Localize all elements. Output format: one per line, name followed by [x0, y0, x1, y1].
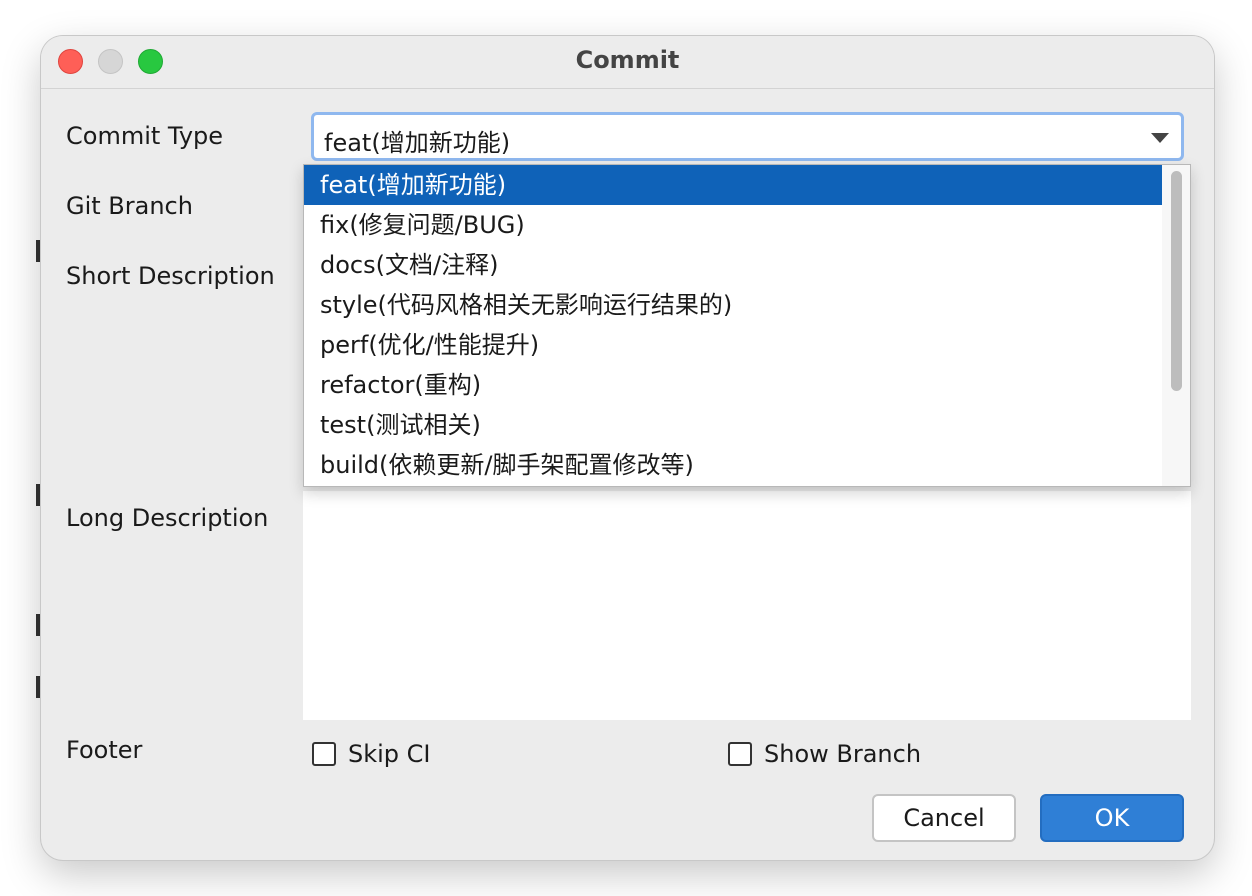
- git-branch-label: Git Branch: [66, 192, 193, 220]
- show-branch-label[interactable]: Show Branch: [764, 740, 921, 768]
- dropdown-option-test[interactable]: test(测试相关): [304, 405, 1162, 445]
- show-branch-checkbox[interactable]: [728, 742, 752, 766]
- dropdown-option-style[interactable]: style(代码风格相关无影响运行结果的): [304, 285, 1162, 325]
- dropdown-option-docs[interactable]: docs(文档/注释): [304, 245, 1162, 285]
- cancel-button[interactable]: Cancel: [872, 794, 1016, 842]
- commit-type-value: feat(增加新功能): [324, 129, 511, 157]
- dropdown-option-fix[interactable]: fix(修复问题/BUG): [304, 205, 1162, 245]
- commit-type-select[interactable]: feat(增加新功能): [311, 112, 1184, 161]
- long-description-textarea[interactable]: [303, 491, 1191, 720]
- long-description-label: Long Description: [66, 504, 269, 532]
- commit-type-label: Commit Type: [66, 122, 224, 150]
- window-title: Commit: [575, 46, 680, 74]
- commit-dialog: Commit Commit Type Git Branch Short Desc…: [41, 36, 1214, 860]
- skip-ci-checkbox[interactable]: [312, 742, 336, 766]
- dropdown-scrollbar[interactable]: [1162, 165, 1190, 486]
- dropdown-option-refactor[interactable]: refactor(重构): [304, 365, 1162, 405]
- title-bar: Commit: [41, 36, 1214, 89]
- dropdown-option-build[interactable]: build(依赖更新/脚手架配置修改等): [304, 445, 1162, 485]
- dropdown-option-feat[interactable]: feat(增加新功能): [304, 165, 1162, 205]
- footer-label: Footer: [66, 736, 143, 764]
- dropdown-arrow-icon[interactable]: [1151, 133, 1169, 143]
- skip-ci-label[interactable]: Skip CI: [348, 740, 431, 768]
- commit-type-dropdown-list[interactable]: feat(增加新功能) fix(修复问题/BUG) docs(文档/注释) st…: [303, 164, 1191, 487]
- dropdown-scrollbar-thumb[interactable]: [1171, 171, 1182, 391]
- dropdown-option-perf[interactable]: perf(优化/性能提升): [304, 325, 1162, 365]
- skip-ci-option[interactable]: Skip CI: [312, 739, 431, 769]
- ok-button[interactable]: OK: [1040, 794, 1184, 842]
- show-branch-option[interactable]: Show Branch: [728, 739, 921, 769]
- short-description-label: Short Description: [66, 262, 275, 290]
